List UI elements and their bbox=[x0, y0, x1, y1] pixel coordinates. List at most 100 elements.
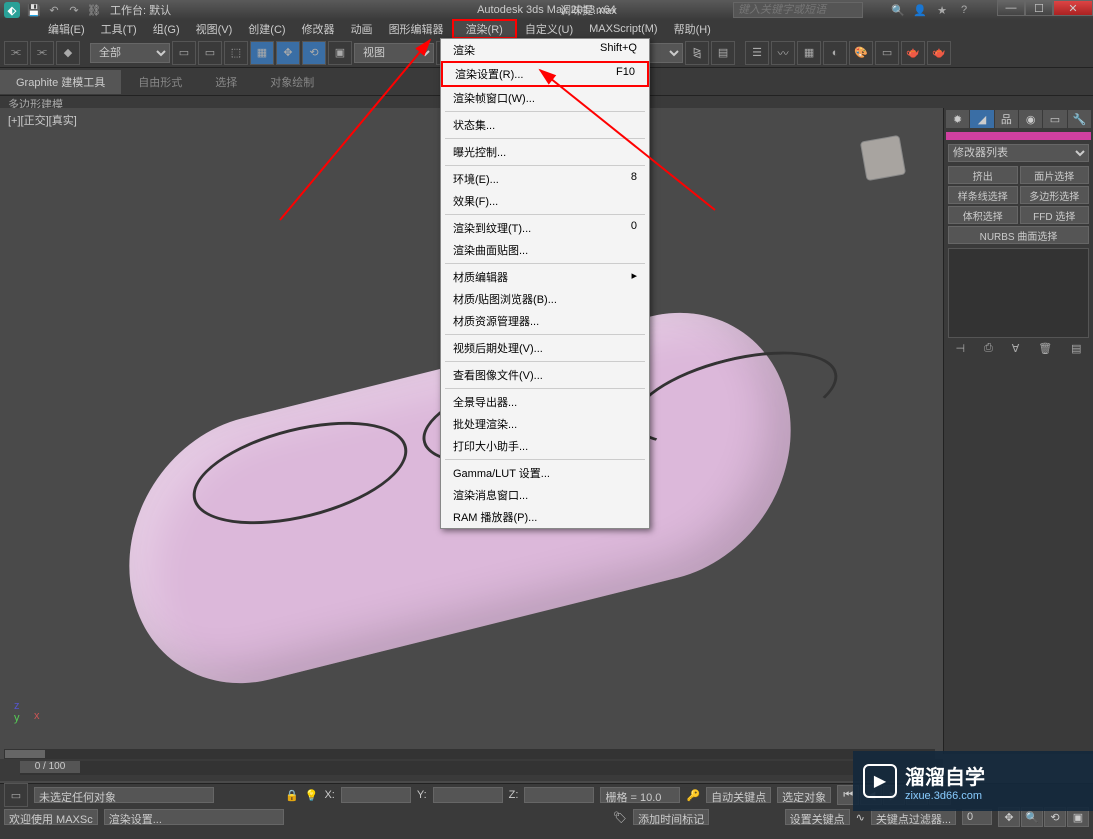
mi-gamma[interactable]: Gamma/LUT 设置... bbox=[441, 462, 649, 484]
mi-batch-render[interactable]: 批处理渲染... bbox=[441, 413, 649, 435]
modifier-stack[interactable] bbox=[948, 248, 1089, 338]
btn-extrude[interactable]: 挤出 bbox=[948, 166, 1018, 184]
btn-vol-sel[interactable]: 体积选择 bbox=[948, 206, 1018, 224]
mi-ram-player[interactable]: RAM 播放器(P)... bbox=[441, 506, 649, 528]
search-icon[interactable]: 🔍 bbox=[889, 2, 907, 18]
ribbon-graphite[interactable]: Graphite 建模工具 bbox=[0, 70, 121, 94]
tab-create[interactable]: ✹ bbox=[946, 110, 969, 128]
tag-icon[interactable]: 🏷 bbox=[613, 811, 627, 824]
ribbon-select[interactable]: 选择 bbox=[199, 70, 253, 94]
link-icon[interactable]: ⫘ bbox=[4, 41, 28, 65]
coord-x[interactable] bbox=[341, 787, 411, 803]
isolate-icon[interactable]: 💡 bbox=[305, 789, 319, 802]
search-input[interactable] bbox=[733, 2, 863, 18]
render-setup-icon[interactable]: 🎨 bbox=[849, 41, 873, 65]
menu-tools[interactable]: 工具(T) bbox=[93, 21, 145, 37]
key-filter-icon[interactable]: ∿ bbox=[856, 811, 865, 824]
minimize-button[interactable]: — bbox=[997, 0, 1025, 16]
current-frame[interactable] bbox=[962, 809, 992, 825]
btn-nurbs[interactable]: NURBS 曲面选择 bbox=[948, 226, 1089, 244]
link-icon[interactable]: ⛓ bbox=[86, 2, 102, 18]
mirror-icon[interactable]: ⧎ bbox=[685, 41, 709, 65]
mi-environment[interactable]: 环境(E)...8 bbox=[441, 168, 649, 190]
unique-icon[interactable]: ∀ bbox=[1012, 342, 1020, 355]
btn-face-sel[interactable]: 面片选择 bbox=[1020, 166, 1090, 184]
mi-render-window[interactable]: 渲染帧窗口(W)... bbox=[441, 87, 649, 109]
app-logo[interactable]: ⬖ bbox=[4, 2, 20, 18]
ref-coord[interactable]: 视图 bbox=[354, 43, 434, 63]
menu-create[interactable]: 创建(C) bbox=[240, 21, 293, 37]
modifier-select[interactable]: 修改器列表 bbox=[948, 144, 1089, 162]
mi-video-post[interactable]: 视频后期处理(V)... bbox=[441, 337, 649, 359]
btn-ffd-sel[interactable]: FFD 选择 bbox=[1020, 206, 1090, 224]
mi-render-surf[interactable]: 渲染曲面贴图... bbox=[441, 239, 649, 261]
mi-print-size[interactable]: 打印大小助手... bbox=[441, 435, 649, 457]
menu-views[interactable]: 视图(V) bbox=[188, 21, 241, 37]
favorite-icon[interactable]: ★ bbox=[933, 2, 951, 18]
mi-mat-mgr[interactable]: 材质资源管理器... bbox=[441, 310, 649, 332]
tab-hierarchy[interactable]: 品 bbox=[995, 110, 1018, 128]
save-icon[interactable]: 💾 bbox=[26, 2, 42, 18]
keyfilter-button[interactable]: 关键点过滤器... bbox=[871, 809, 956, 825]
object-color[interactable] bbox=[946, 132, 1091, 140]
material-icon[interactable]: ◐ bbox=[823, 41, 847, 65]
btn-spline-sel[interactable]: 样条线选择 bbox=[948, 186, 1018, 204]
workspace-label[interactable]: 工作台: 默认 bbox=[110, 2, 171, 18]
menu-customize[interactable]: 自定义(U) bbox=[517, 21, 581, 37]
show-icon[interactable]: ⎙ bbox=[984, 342, 993, 355]
autokey-button[interactable]: 自动关键点 bbox=[706, 787, 771, 803]
select-icon[interactable]: ▭ bbox=[172, 41, 196, 65]
undo-icon[interactable]: ↶ bbox=[46, 2, 62, 18]
mi-exposure[interactable]: 曝光控制... bbox=[441, 141, 649, 163]
add-marker[interactable]: 添加时间标记 bbox=[633, 809, 709, 825]
mi-effects[interactable]: 效果(F)... bbox=[441, 190, 649, 212]
ribbon-objpaint[interactable]: 对象绘制 bbox=[254, 70, 330, 94]
setkey-button[interactable]: 设置关键点 bbox=[785, 809, 850, 825]
mi-render[interactable]: 渲染Shift+Q bbox=[441, 39, 649, 61]
select-rect-icon[interactable]: ⬚ bbox=[224, 41, 248, 65]
scale-icon[interactable]: ▣ bbox=[328, 41, 352, 65]
maxscript-icon[interactable]: ▭ bbox=[4, 783, 28, 807]
selection-filter[interactable]: 全部 bbox=[90, 43, 170, 63]
unlink-icon[interactable]: ⫘ bbox=[30, 41, 54, 65]
ribbon-freeform[interactable]: 自由形式 bbox=[122, 70, 198, 94]
menu-modifiers[interactable]: 修改器 bbox=[294, 21, 343, 37]
mi-state-sets[interactable]: 状态集... bbox=[441, 114, 649, 136]
menu-graph[interactable]: 图形编辑器 bbox=[381, 21, 452, 37]
window-crossing-icon[interactable]: ▦ bbox=[250, 41, 274, 65]
mi-mat-editor[interactable]: 材质编辑器▸ bbox=[441, 266, 649, 288]
mi-msg-window[interactable]: 渲染消息窗口... bbox=[441, 484, 649, 506]
menu-help[interactable]: 帮助(H) bbox=[666, 21, 719, 37]
modifier-list[interactable]: 修改器列表 bbox=[948, 144, 1089, 162]
menu-maxscript[interactable]: MAXScript(M) bbox=[581, 23, 665, 35]
render-prod-icon[interactable]: 🫖 bbox=[927, 41, 951, 65]
mi-pano-export[interactable]: 全景导出器... bbox=[441, 391, 649, 413]
viewcube[interactable] bbox=[853, 128, 913, 188]
layers-icon[interactable]: ☰ bbox=[745, 41, 769, 65]
mi-render-setup[interactable]: 渲染设置(R)...F10 bbox=[441, 61, 649, 87]
menu-group[interactable]: 组(G) bbox=[145, 21, 188, 37]
key-icon[interactable]: 🔑 bbox=[686, 789, 700, 802]
config-icon[interactable]: ▤ bbox=[1071, 342, 1081, 355]
coord-y[interactable] bbox=[433, 787, 503, 803]
time-slider[interactable]: 0 / 100 bbox=[20, 761, 80, 773]
curve-editor-icon[interactable]: 〰 bbox=[771, 41, 795, 65]
btn-poly-sel[interactable]: 多边形选择 bbox=[1020, 186, 1090, 204]
tab-modify[interactable]: ◢ bbox=[970, 110, 993, 128]
mi-view-image[interactable]: 查看图像文件(V)... bbox=[441, 364, 649, 386]
tab-utilities[interactable]: 🔧 bbox=[1068, 110, 1091, 128]
maximize-button[interactable]: ☐ bbox=[1025, 0, 1053, 16]
pin-icon[interactable]: ⊣ bbox=[955, 342, 965, 355]
signin-icon[interactable]: 👤 bbox=[911, 2, 929, 18]
close-button[interactable]: ✕ bbox=[1053, 0, 1093, 16]
select-name-icon[interactable]: ▭ bbox=[198, 41, 222, 65]
lock-icon[interactable]: 🔒 bbox=[285, 789, 299, 802]
remove-icon[interactable]: 🗑 bbox=[1038, 342, 1052, 355]
menu-animation[interactable]: 动画 bbox=[343, 21, 381, 37]
rotate-icon[interactable]: ⟲ bbox=[302, 41, 326, 65]
menu-render[interactable]: 渲染(R) bbox=[452, 19, 517, 39]
menu-edit[interactable]: 编辑(E) bbox=[40, 21, 93, 37]
redo-icon[interactable]: ↷ bbox=[66, 2, 82, 18]
selobj-button[interactable]: 选定对象 bbox=[777, 787, 831, 803]
bind-icon[interactable]: ◆ bbox=[56, 41, 80, 65]
